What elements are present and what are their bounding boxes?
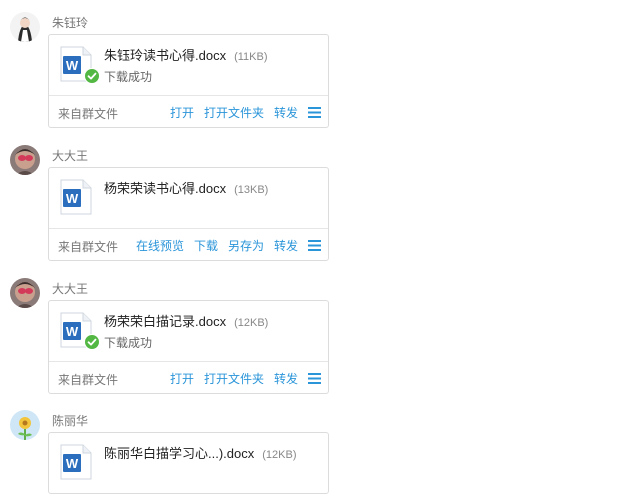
download-status: 下载成功 xyxy=(104,336,153,350)
word-file-icon: W xyxy=(60,179,92,215)
file-source: 来自群文件 xyxy=(58,107,119,121)
open-folder-button[interactable]: 打开文件夹 xyxy=(204,370,264,387)
forward-button[interactable]: 转发 xyxy=(274,370,298,387)
sender-name: 大大王 xyxy=(52,282,89,296)
file-card-body[interactable]: W 杨荣荣白描记录.docx (12KB) 下载成功 xyxy=(49,301,328,361)
file-name[interactable]: 杨荣荣白描记录.docx xyxy=(104,314,226,329)
save-as-button[interactable]: 另存为 xyxy=(228,237,264,254)
file-card[interactable]: W 杨荣荣白描记录.docx (12KB) 下载成功 来自群文件 打开 打开文件夹… xyxy=(48,300,329,394)
success-check-icon xyxy=(84,68,100,84)
file-source: 来自群文件 xyxy=(58,240,119,254)
file-actions: 在线预览 下载 另存为 转发 xyxy=(136,237,321,254)
file-card-body[interactable]: W 陈丽华白描学习心...).docx (12KB) xyxy=(49,433,328,493)
file-name-row: 陈丽华白描学习心...).docx (12KB) xyxy=(104,443,297,462)
file-name[interactable]: 杨荣荣读书心得.docx xyxy=(104,181,226,196)
file-card-footer: 来自群文件 打开 打开文件夹 转发 xyxy=(49,361,328,393)
download-button[interactable]: 下载 xyxy=(194,237,218,254)
file-size: (11KB) xyxy=(234,51,268,63)
menu-icon[interactable] xyxy=(308,240,321,251)
file-card-footer: 来自群文件 打开 打开文件夹 转发 xyxy=(49,95,328,127)
file-name-row: 朱钰玲读书心得.docx (11KB) xyxy=(104,45,268,64)
avatar[interactable] xyxy=(10,278,40,308)
avatar[interactable] xyxy=(10,410,40,440)
file-card-body[interactable]: W 杨荣荣读书心得.docx (13KB) xyxy=(49,168,328,228)
svg-text:W: W xyxy=(66,324,79,339)
svg-text:W: W xyxy=(66,191,79,206)
open-folder-button[interactable]: 打开文件夹 xyxy=(204,104,264,121)
file-card-body[interactable]: W 朱钰玲读书心得.docx (11KB) 下载成功 xyxy=(49,35,328,95)
avatar[interactable] xyxy=(10,145,40,175)
open-button[interactable]: 打开 xyxy=(170,370,194,387)
sender-name: 大大王 xyxy=(52,149,89,163)
file-size: (13KB) xyxy=(234,184,269,196)
word-file-icon: W xyxy=(60,444,92,480)
download-status: 下载成功 xyxy=(104,70,153,84)
forward-button[interactable]: 转发 xyxy=(274,104,298,121)
menu-icon[interactable] xyxy=(308,107,321,118)
file-name[interactable]: 陈丽华白描学习心...).docx xyxy=(104,446,254,461)
file-card[interactable]: W 朱钰玲读书心得.docx (11KB) 下载成功 来自群文件 打开 打开文件夹… xyxy=(48,34,329,128)
file-size: (12KB) xyxy=(234,317,269,329)
file-source: 来自群文件 xyxy=(58,373,119,387)
file-name-row: 杨荣荣白描记录.docx (12KB) xyxy=(104,311,268,330)
menu-icon[interactable] xyxy=(308,373,321,384)
online-preview-button[interactable]: 在线预览 xyxy=(136,237,184,254)
file-name-row: 杨荣荣读书心得.docx (13KB) xyxy=(104,178,268,197)
avatar[interactable] xyxy=(10,12,40,42)
file-name[interactable]: 朱钰玲读书心得.docx xyxy=(104,48,226,63)
svg-text:W: W xyxy=(66,58,79,73)
file-actions: 打开 打开文件夹 转发 xyxy=(170,104,321,121)
file-actions: 打开 打开文件夹 转发 xyxy=(170,370,321,387)
file-card-footer: 来自群文件 在线预览 下载 另存为 转发 xyxy=(49,228,328,260)
open-button[interactable]: 打开 xyxy=(170,104,194,121)
success-check-icon xyxy=(84,334,100,350)
sender-name: 朱钰玲 xyxy=(52,16,89,30)
file-card[interactable]: W 杨荣荣读书心得.docx (13KB) 来自群文件 在线预览 下载 另存为 转… xyxy=(48,167,329,261)
file-size: (12KB) xyxy=(262,449,297,461)
sender-name: 陈丽华 xyxy=(52,414,89,428)
file-card[interactable]: W 陈丽华白描学习心...).docx (12KB) xyxy=(48,432,329,494)
forward-button[interactable]: 转发 xyxy=(274,237,298,254)
